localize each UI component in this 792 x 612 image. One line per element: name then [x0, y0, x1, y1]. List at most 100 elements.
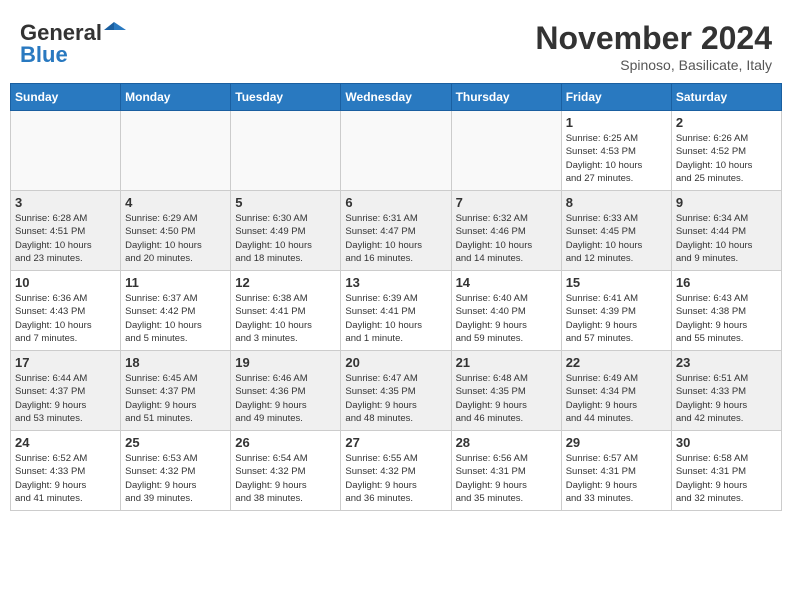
day-info: Sunrise: 6:37 AM Sunset: 4:42 PM Dayligh…: [125, 292, 226, 345]
calendar-day-6: 6 Sunrise: 6:31 AM Sunset: 4:47 PM Daylig…: [341, 191, 451, 271]
calendar-day-empty: [121, 111, 231, 191]
calendar-day-27: 27Sunrise: 6:55 AM Sunset: 4:32 PM Dayli…: [341, 431, 451, 511]
calendar-day-21: 21 Sunrise: 6:48 AM Sunset: 4:35 PM Dayli…: [451, 351, 561, 431]
title-block: November 2024 Spinoso, Basilicate, Italy: [535, 20, 772, 73]
calendar-day-12: 12Sunrise: 6:38 AM Sunset: 4:41 PM Dayli…: [231, 271, 341, 351]
calendar-day-30: 30 Sunrise: 6:58 AM Sunset: 4:31 PM Dayli…: [671, 431, 781, 511]
calendar-week-row: 17 Sunrise: 6:44 AM Sunset: 4:37 PM Dayli…: [11, 351, 782, 431]
calendar-day-26: 26 Sunrise: 6:54 AM Sunset: 4:32 PM Dayli…: [231, 431, 341, 511]
day-number: 7: [456, 195, 557, 210]
day-number: 10: [15, 275, 116, 290]
day-number: 20: [345, 355, 446, 370]
weekday-header-monday: Monday: [121, 84, 231, 111]
day-info: Sunrise: 6:49 AM Sunset: 4:34 PM Dayligh…: [566, 372, 667, 425]
day-number: 19: [235, 355, 336, 370]
weekday-header-thursday: Thursday: [451, 84, 561, 111]
calendar-header-row: SundayMondayTuesdayWednesdayThursdayFrid…: [11, 84, 782, 111]
day-number: 15: [566, 275, 667, 290]
day-info: Sunrise: 6:36 AM Sunset: 4:43 PM Dayligh…: [15, 292, 116, 345]
day-number: 5: [235, 195, 336, 210]
day-info: Sunrise: 6:28 AM Sunset: 4:51 PM Dayligh…: [15, 212, 116, 265]
weekday-header-wednesday: Wednesday: [341, 84, 451, 111]
calendar-day-29: 29 Sunrise: 6:57 AM Sunset: 4:31 PM Dayli…: [561, 431, 671, 511]
day-number: 21: [456, 355, 557, 370]
calendar-day-empty: [11, 111, 121, 191]
calendar-day-19: 19 Sunrise: 6:46 AM Sunset: 4:36 PM Dayli…: [231, 351, 341, 431]
day-info: Sunrise: 6:41 AM Sunset: 4:39 PM Dayligh…: [566, 292, 667, 345]
day-info: Sunrise: 6:30 AM Sunset: 4:49 PM Dayligh…: [235, 212, 336, 265]
calendar-week-row: 1Sunrise: 6:25 AM Sunset: 4:53 PM Daylig…: [11, 111, 782, 191]
day-info: Sunrise: 6:52 AM Sunset: 4:33 PM Dayligh…: [15, 452, 116, 505]
location-subtitle: Spinoso, Basilicate, Italy: [535, 57, 772, 73]
calendar-day-20: 20Sunrise: 6:47 AM Sunset: 4:35 PM Dayli…: [341, 351, 451, 431]
calendar-day-empty: [231, 111, 341, 191]
day-number: 17: [15, 355, 116, 370]
day-info: Sunrise: 6:58 AM Sunset: 4:31 PM Dayligh…: [676, 452, 777, 505]
day-info: Sunrise: 6:43 AM Sunset: 4:38 PM Dayligh…: [676, 292, 777, 345]
calendar-day-2: 2 Sunrise: 6:26 AM Sunset: 4:52 PM Daylig…: [671, 111, 781, 191]
day-info: Sunrise: 6:44 AM Sunset: 4:37 PM Dayligh…: [15, 372, 116, 425]
calendar-day-23: 23 Sunrise: 6:51 AM Sunset: 4:33 PM Dayli…: [671, 351, 781, 431]
calendar-day-28: 28Sunrise: 6:56 AM Sunset: 4:31 PM Dayli…: [451, 431, 561, 511]
calendar-day-1: 1Sunrise: 6:25 AM Sunset: 4:53 PM Daylig…: [561, 111, 671, 191]
calendar-day-5: 5 Sunrise: 6:30 AM Sunset: 4:49 PM Daylig…: [231, 191, 341, 271]
calendar-day-8: 8 Sunrise: 6:33 AM Sunset: 4:45 PM Daylig…: [561, 191, 671, 271]
day-number: 24: [15, 435, 116, 450]
calendar-day-16: 16 Sunrise: 6:43 AM Sunset: 4:38 PM Dayli…: [671, 271, 781, 351]
day-number: 2: [676, 115, 777, 130]
day-info: Sunrise: 6:26 AM Sunset: 4:52 PM Dayligh…: [676, 132, 777, 185]
calendar-day-24: 24 Sunrise: 6:52 AM Sunset: 4:33 PM Dayli…: [11, 431, 121, 511]
day-number: 6: [345, 195, 446, 210]
day-info: Sunrise: 6:45 AM Sunset: 4:37 PM Dayligh…: [125, 372, 226, 425]
day-info: Sunrise: 6:51 AM Sunset: 4:33 PM Dayligh…: [676, 372, 777, 425]
day-info: Sunrise: 6:29 AM Sunset: 4:50 PM Dayligh…: [125, 212, 226, 265]
logo: General Blue: [20, 20, 126, 68]
page-header: General Blue November 2024 Spinoso, Basi…: [10, 10, 782, 78]
day-number: 29: [566, 435, 667, 450]
day-number: 14: [456, 275, 557, 290]
day-number: 22: [566, 355, 667, 370]
day-number: 23: [676, 355, 777, 370]
day-info: Sunrise: 6:48 AM Sunset: 4:35 PM Dayligh…: [456, 372, 557, 425]
calendar-day-3: 3 Sunrise: 6:28 AM Sunset: 4:51 PM Daylig…: [11, 191, 121, 271]
day-info: Sunrise: 6:25 AM Sunset: 4:53 PM Dayligh…: [566, 132, 667, 185]
day-number: 4: [125, 195, 226, 210]
day-info: Sunrise: 6:40 AM Sunset: 4:40 PM Dayligh…: [456, 292, 557, 345]
calendar-day-22: 22 Sunrise: 6:49 AM Sunset: 4:34 PM Dayli…: [561, 351, 671, 431]
day-info: Sunrise: 6:57 AM Sunset: 4:31 PM Dayligh…: [566, 452, 667, 505]
calendar-day-empty: [341, 111, 451, 191]
day-info: Sunrise: 6:38 AM Sunset: 4:41 PM Dayligh…: [235, 292, 336, 345]
calendar-day-15: 15 Sunrise: 6:41 AM Sunset: 4:39 PM Dayli…: [561, 271, 671, 351]
day-info: Sunrise: 6:33 AM Sunset: 4:45 PM Dayligh…: [566, 212, 667, 265]
calendar-day-14: 14 Sunrise: 6:40 AM Sunset: 4:40 PM Dayli…: [451, 271, 561, 351]
day-info: Sunrise: 6:54 AM Sunset: 4:32 PM Dayligh…: [235, 452, 336, 505]
calendar-week-row: 3 Sunrise: 6:28 AM Sunset: 4:51 PM Daylig…: [11, 191, 782, 271]
calendar-day-7: 7 Sunrise: 6:32 AM Sunset: 4:46 PM Daylig…: [451, 191, 561, 271]
day-number: 28: [456, 435, 557, 450]
calendar-day-10: 10 Sunrise: 6:36 AM Sunset: 4:43 PM Dayli…: [11, 271, 121, 351]
day-number: 25: [125, 435, 226, 450]
day-number: 16: [676, 275, 777, 290]
day-number: 26: [235, 435, 336, 450]
day-info: Sunrise: 6:32 AM Sunset: 4:46 PM Dayligh…: [456, 212, 557, 265]
day-info: Sunrise: 6:46 AM Sunset: 4:36 PM Dayligh…: [235, 372, 336, 425]
day-number: 8: [566, 195, 667, 210]
day-number: 3: [15, 195, 116, 210]
calendar-day-17: 17 Sunrise: 6:44 AM Sunset: 4:37 PM Dayli…: [11, 351, 121, 431]
calendar-week-row: 24 Sunrise: 6:52 AM Sunset: 4:33 PM Dayli…: [11, 431, 782, 511]
calendar-day-9: 9Sunrise: 6:34 AM Sunset: 4:44 PM Daylig…: [671, 191, 781, 271]
day-info: Sunrise: 6:55 AM Sunset: 4:32 PM Dayligh…: [345, 452, 446, 505]
day-info: Sunrise: 6:31 AM Sunset: 4:47 PM Dayligh…: [345, 212, 446, 265]
calendar-week-row: 10 Sunrise: 6:36 AM Sunset: 4:43 PM Dayli…: [11, 271, 782, 351]
day-number: 30: [676, 435, 777, 450]
day-info: Sunrise: 6:53 AM Sunset: 4:32 PM Dayligh…: [125, 452, 226, 505]
logo-bird-icon: [104, 20, 126, 40]
calendar-day-18: 18Sunrise: 6:45 AM Sunset: 4:37 PM Dayli…: [121, 351, 231, 431]
logo-blue: Blue: [20, 42, 68, 68]
calendar-day-11: 11Sunrise: 6:37 AM Sunset: 4:42 PM Dayli…: [121, 271, 231, 351]
calendar-table: SundayMondayTuesdayWednesdayThursdayFrid…: [10, 83, 782, 511]
calendar-day-empty: [451, 111, 561, 191]
month-title: November 2024: [535, 20, 772, 57]
day-info: Sunrise: 6:34 AM Sunset: 4:44 PM Dayligh…: [676, 212, 777, 265]
weekday-header-friday: Friday: [561, 84, 671, 111]
